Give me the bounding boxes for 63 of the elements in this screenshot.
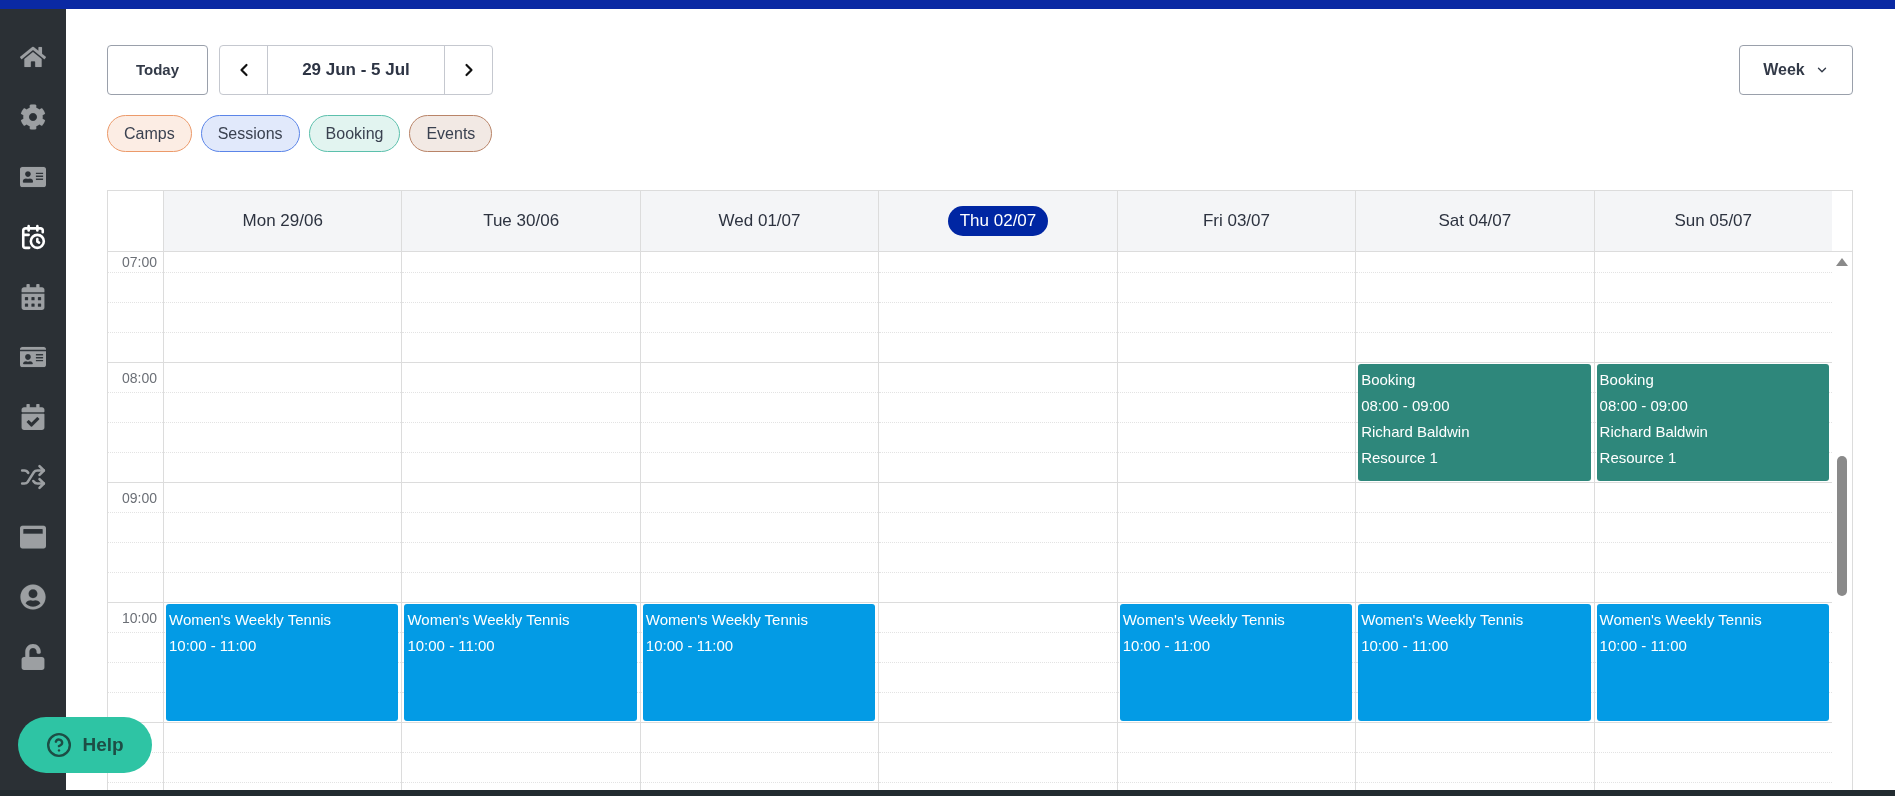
calendar-event[interactable]: Booking 08:00 - 09:00 Richard Baldwin Resource 1: [1358, 364, 1591, 481]
date-range: 29 Jun - 5 Jul: [301, 59, 411, 82]
browser-window-icon: [20, 524, 46, 550]
contact-card-icon: [20, 164, 46, 190]
calendar-event[interactable]: Women's Weekly Tennis 10:00 - 11:00: [404, 604, 637, 721]
event-title: Women's Weekly Tennis: [169, 610, 333, 630]
home-icon: [20, 44, 46, 70]
settings-icon: [20, 104, 46, 130]
scroll-up-icon[interactable]: [1836, 258, 1848, 266]
event-time: 08:00 - 09:00: [1361, 396, 1451, 416]
time-label: 09:00: [121, 490, 157, 506]
event-time: 10:00 - 11:00: [1122, 636, 1211, 656]
scrollbar-thumb[interactable]: [1837, 456, 1847, 596]
event-detail: Richard Baldwin: [1361, 422, 1471, 442]
calendar-event[interactable]: Women's Weekly Tennis 10:00 - 11:00: [1358, 604, 1591, 721]
event-detail: Resource 1: [1599, 448, 1678, 468]
calendar-clock-icon: [20, 224, 46, 250]
time-label: 10:00: [121, 610, 157, 626]
user-icon: [20, 584, 46, 610]
day-label: Sun 05/07: [1674, 210, 1753, 233]
calendar-event[interactable]: Women's Weekly Tennis 10:00 - 11:00: [166, 604, 399, 721]
event-time: 10:00 - 11:00: [169, 636, 258, 656]
event-time: 10:00 - 11:00: [1599, 636, 1688, 656]
event-title: Women's Weekly Tennis: [1599, 610, 1763, 630]
calendar-event[interactable]: Women's Weekly Tennis 10:00 - 11:00: [642, 604, 876, 721]
day-label: Wed 01/07: [718, 210, 801, 233]
filter-chip[interactable]: Booking: [308, 115, 401, 152]
calendar-event[interactable]: Women's Weekly Tennis 10:00 - 11:00: [1596, 604, 1829, 721]
calendar-event[interactable]: Booking 08:00 - 09:00 Richard Baldwin Resource 1: [1596, 364, 1829, 481]
crossing-arrows-icon: [20, 464, 46, 490]
day-label: Mon 29/06: [242, 210, 323, 233]
filter-chip[interactable]: Sessions: [200, 115, 300, 152]
event-time: 08:00 - 09:00: [1599, 396, 1689, 416]
event-detail: Richard Baldwin: [1599, 422, 1709, 442]
event-time: 10:00 - 11:00: [407, 636, 496, 656]
event-title: Women's Weekly Tennis: [407, 610, 571, 630]
day-label: Fri 03/07: [1202, 210, 1270, 233]
calendar-check-icon: [20, 404, 46, 430]
id-card-icon: [20, 344, 46, 370]
event-title: Booking: [1361, 370, 1417, 390]
view-select-label: Week: [1763, 60, 1805, 80]
filter-chip[interactable]: Camps: [107, 115, 192, 152]
calendar-event[interactable]: Women's Weekly Tennis 10:00 - 11:00: [1119, 604, 1353, 721]
day-label: Tue 30/06: [483, 210, 560, 233]
event-time: 10:00 - 11:00: [645, 636, 735, 656]
time-label: 08:00: [121, 370, 157, 386]
help-button[interactable]: Help: [18, 717, 152, 773]
filter-chip[interactable]: Events: [409, 115, 493, 152]
event-title: Booking: [1599, 370, 1655, 390]
event-time: 10:00 - 11:00: [1361, 636, 1450, 656]
time-label: 07:00: [121, 254, 157, 270]
calendar-icon: [20, 284, 46, 310]
help-label: Help: [82, 732, 124, 757]
view-select[interactable]: Week: [1739, 45, 1853, 95]
help-icon: [46, 732, 73, 758]
unlock-icon: [20, 644, 46, 670]
day-label: Sat 04/07: [1438, 210, 1512, 233]
event-title: Women's Weekly Tennis: [1122, 610, 1286, 630]
event-title: Women's Weekly Tennis: [645, 610, 809, 630]
event-title: Women's Weekly Tennis: [1361, 610, 1525, 630]
today-button[interactable]: Today: [107, 45, 208, 95]
event-detail: Resource 1: [1361, 448, 1439, 468]
day-label: Thu 02/07: [947, 206, 1049, 236]
